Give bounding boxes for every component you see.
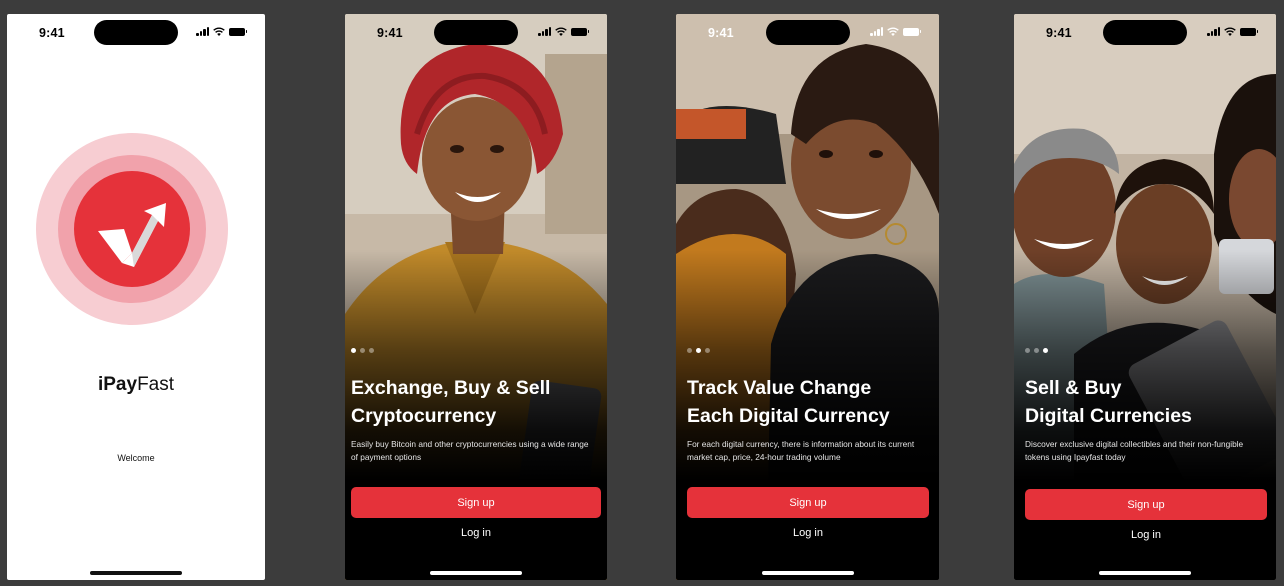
splash-screen: 9:41 iPayFast Welcome [7, 14, 265, 580]
page-indicator[interactable] [351, 348, 374, 353]
home-indicator [90, 571, 182, 575]
onboarding-title: Exchange, Buy & Sell Cryptocurrency [351, 377, 551, 427]
home-indicator [761, 571, 854, 575]
login-button[interactable]: Log in [351, 523, 601, 543]
status-time: 9:41 [1046, 26, 1072, 40]
page-dot[interactable] [1034, 348, 1039, 353]
page-dot[interactable] [696, 348, 701, 353]
cellular-signal-icon [870, 27, 883, 36]
battery-icon [571, 27, 589, 36]
onboarding-screen-2: 9:41 Track Value Change Each Digital Cur… [676, 14, 939, 580]
onboarding-title: Track Value Change Each Digital Currency [687, 377, 890, 427]
signup-button[interactable]: Sign up [351, 487, 601, 518]
battery-icon [903, 27, 921, 36]
wifi-icon [887, 27, 899, 36]
brand-name: iPayFast [7, 374, 265, 396]
cellular-signal-icon [538, 27, 551, 36]
page-indicator[interactable] [1025, 348, 1048, 353]
dynamic-island [765, 20, 850, 45]
welcome-text: Welcome [117, 453, 155, 463]
cellular-signal-icon [196, 27, 209, 36]
status-bar: 9:41 [7, 14, 265, 54]
status-bar: 9:41 [345, 14, 607, 54]
battery-icon [229, 27, 247, 36]
app-logo [36, 133, 228, 325]
wifi-icon [555, 27, 567, 36]
dynamic-island [94, 20, 178, 45]
home-indicator [1099, 571, 1191, 575]
login-button[interactable]: Log in [687, 523, 929, 543]
page-dot[interactable] [705, 348, 710, 353]
cellular-signal-icon [1207, 27, 1220, 36]
dynamic-island [1103, 20, 1187, 45]
ipayfast-logo-icon [98, 203, 166, 267]
status-time: 9:41 [377, 26, 403, 40]
dynamic-island [434, 20, 518, 45]
status-time: 9:41 [39, 26, 65, 40]
page-dot[interactable] [351, 348, 356, 353]
signup-button[interactable]: Sign up [1025, 489, 1267, 520]
page-dot[interactable] [1025, 348, 1030, 353]
brand-name-light: Fast [137, 374, 175, 395]
status-time: 9:41 [708, 26, 734, 40]
login-button[interactable]: Log in [1025, 525, 1267, 545]
page-dot[interactable] [360, 348, 365, 353]
onboarding-screen-1: 9:41 Exchange, Buy & Sell Cryptocurrency… [345, 14, 607, 580]
brand-name-bold: iPay [97, 374, 138, 395]
onboarding-title: Sell & Buy Digital Currencies [1025, 377, 1192, 427]
home-indicator [430, 571, 522, 575]
onboarding-description: For each digital currency, there is info… [687, 439, 915, 462]
onboarding-description: Discover exclusive digital collectibles … [1025, 439, 1244, 462]
page-dot[interactable] [1043, 348, 1048, 353]
page-indicator[interactable] [687, 348, 710, 353]
page-dot[interactable] [369, 348, 374, 353]
signup-button[interactable]: Sign up [687, 487, 929, 518]
status-bar: 9:41 [676, 14, 939, 54]
battery-icon [1240, 27, 1258, 36]
wifi-icon [213, 27, 225, 36]
onboarding-screen-3: 9:41 Sell & Buy Digital Currencies Disco… [1014, 14, 1276, 580]
page-dot[interactable] [687, 348, 692, 353]
wifi-icon [1224, 27, 1236, 36]
onboarding-description: Easily buy Bitcoin and other cryptocurre… [351, 439, 589, 462]
status-bar: 9:41 [1014, 14, 1276, 54]
